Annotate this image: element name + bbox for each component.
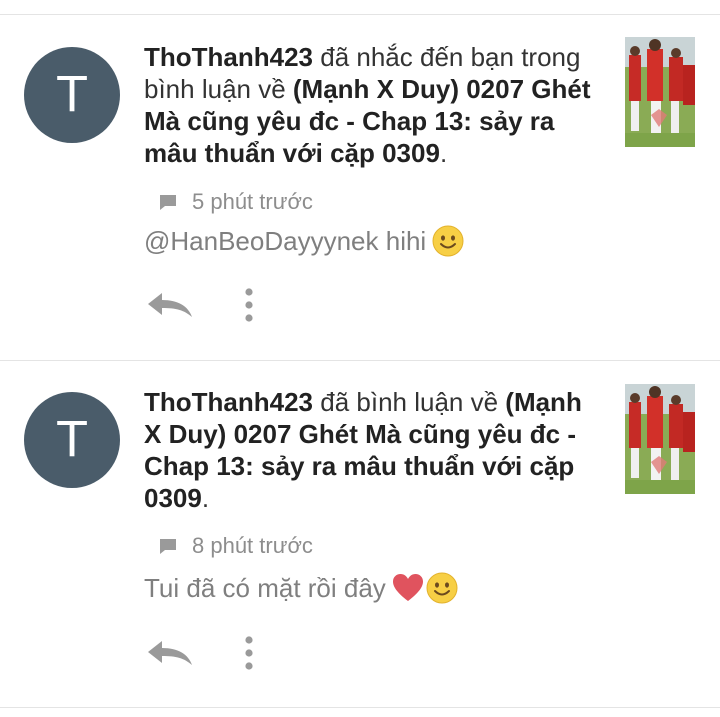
timestamp-row: 5 phút trước xyxy=(158,189,313,215)
timestamp-row: 8 phút trước xyxy=(158,533,313,559)
heart-emoji-icon xyxy=(392,574,423,601)
more-options-icon[interactable] xyxy=(242,636,256,670)
notification-feed: T ThoThanh423 đã nhắc đến bạn trong bình… xyxy=(0,0,720,717)
headline-end: . xyxy=(201,483,210,513)
notification-actions xyxy=(144,636,256,670)
avatar-letter: T xyxy=(57,412,87,468)
comment-text: Tui đã có mặt rồi đây xyxy=(144,572,458,604)
story-cover-thumbnail[interactable] xyxy=(625,384,695,494)
username[interactable]: ThoThanh423 xyxy=(144,42,313,72)
notification-item[interactable]: T ThoThanh423 đã nhắc đến bạn trong bình… xyxy=(0,15,720,361)
comment-text: @HanBeoDayyynek hihi xyxy=(144,225,464,257)
headline-end: . xyxy=(439,138,448,168)
avatar[interactable]: T xyxy=(24,47,120,143)
comment-icon xyxy=(160,195,176,210)
notification-item[interactable]: T ThoThanh423 đã bình luận về (Mạnh X Du… xyxy=(0,361,720,707)
reply-icon[interactable] xyxy=(144,290,196,320)
more-options-icon[interactable] xyxy=(242,288,256,322)
divider xyxy=(0,707,720,708)
avatar-letter: T xyxy=(57,67,87,123)
story-cover-thumbnail[interactable] xyxy=(625,37,695,147)
timestamp: 8 phút trước xyxy=(192,533,313,558)
timestamp: 5 phút trước xyxy=(192,189,313,214)
comment-icon xyxy=(160,539,176,554)
smile-emoji-icon xyxy=(426,572,458,604)
smile-emoji-icon xyxy=(432,225,464,257)
reply-icon[interactable] xyxy=(144,638,196,668)
action-text: đã bình luận về xyxy=(313,387,506,417)
comment-body: Tui đã có mặt rồi đây xyxy=(144,572,386,603)
notification-headline[interactable]: ThoThanh423 đã nhắc đến bạn trong bình l… xyxy=(144,41,602,169)
notification-actions xyxy=(144,288,256,322)
avatar[interactable]: T xyxy=(24,392,120,488)
notification-headline[interactable]: ThoThanh423 đã bình luận về (Mạnh X Duy)… xyxy=(144,386,602,514)
username[interactable]: ThoThanh423 xyxy=(144,387,313,417)
comment-body: @HanBeoDayyynek hihi xyxy=(144,225,427,256)
